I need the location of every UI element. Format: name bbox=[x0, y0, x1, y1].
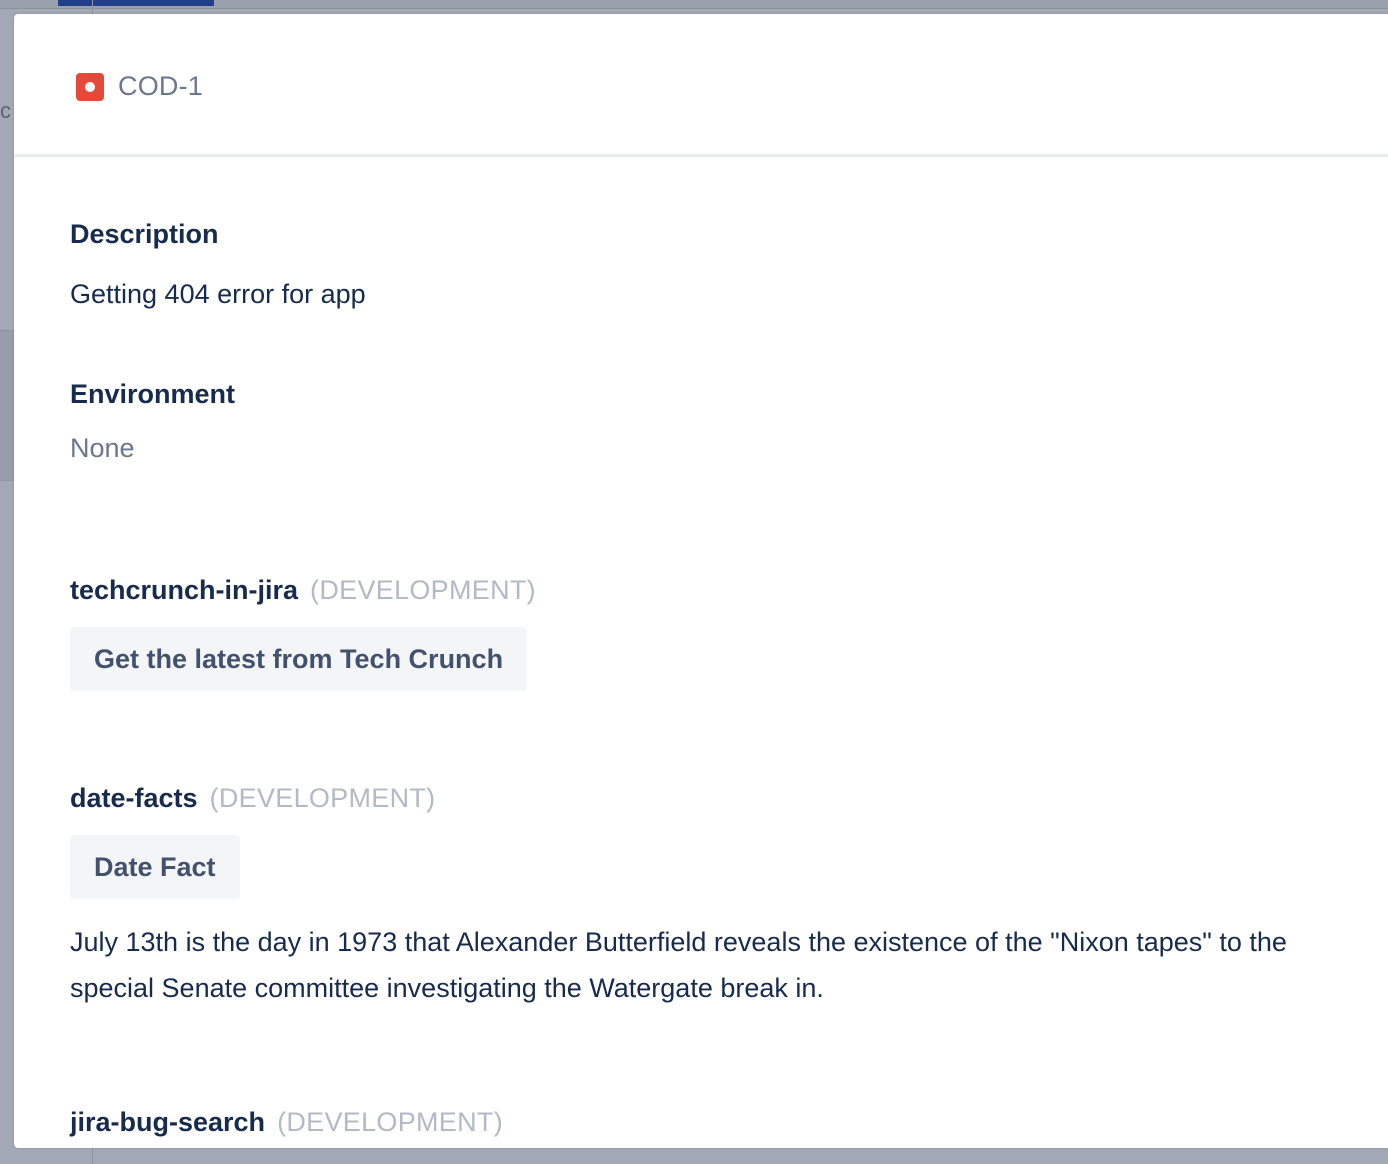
app-environment-label: (DEVELOPMENT) bbox=[209, 783, 436, 813]
app-environment-label: (DEVELOPMENT) bbox=[277, 1107, 503, 1137]
app-section-techcrunch-in-jira: techcrunch-in-jira (DEVELOPMENT) bbox=[70, 575, 536, 606]
app-environment-label: (DEVELOPMENT) bbox=[310, 575, 536, 605]
issue-key-link[interactable]: COD-1 bbox=[76, 71, 203, 102]
app-name: techcrunch-in-jira bbox=[70, 575, 299, 605]
background-active-tab-indicator bbox=[58, 0, 214, 6]
background-partial-text: c bbox=[0, 98, 11, 123]
modal-header: COD-1 bbox=[14, 14, 1388, 157]
description-heading: Description bbox=[70, 219, 219, 249]
background-line bbox=[0, 330, 14, 331]
app-section-jira-bug-search: jira-bug-search (DEVELOPMENT) bbox=[70, 1107, 503, 1138]
environment-text[interactable]: None bbox=[70, 433, 135, 464]
techcrunch-latest-button[interactable]: Get the latest from Tech Crunch bbox=[70, 627, 528, 691]
background-line bbox=[0, 480, 14, 481]
background-divider bbox=[92, 1146, 93, 1164]
background-panel bbox=[0, 330, 14, 480]
issue-modal: COD-1 Description Getting 404 error for … bbox=[14, 14, 1388, 1148]
date-fact-button[interactable]: Date Fact bbox=[70, 835, 240, 899]
issue-key-label[interactable]: COD-1 bbox=[118, 71, 203, 102]
environment-heading: Environment bbox=[70, 379, 236, 409]
app-name: jira-bug-search bbox=[70, 1107, 266, 1137]
bug-icon bbox=[76, 72, 104, 101]
description-text[interactable]: Getting 404 error for app bbox=[70, 271, 366, 317]
app-section-date-facts: date-facts (DEVELOPMENT) bbox=[70, 783, 435, 814]
date-fact-output: July 13th is the day in 1973 that Alexan… bbox=[70, 927, 1287, 1003]
app-name: date-facts bbox=[70, 783, 198, 813]
